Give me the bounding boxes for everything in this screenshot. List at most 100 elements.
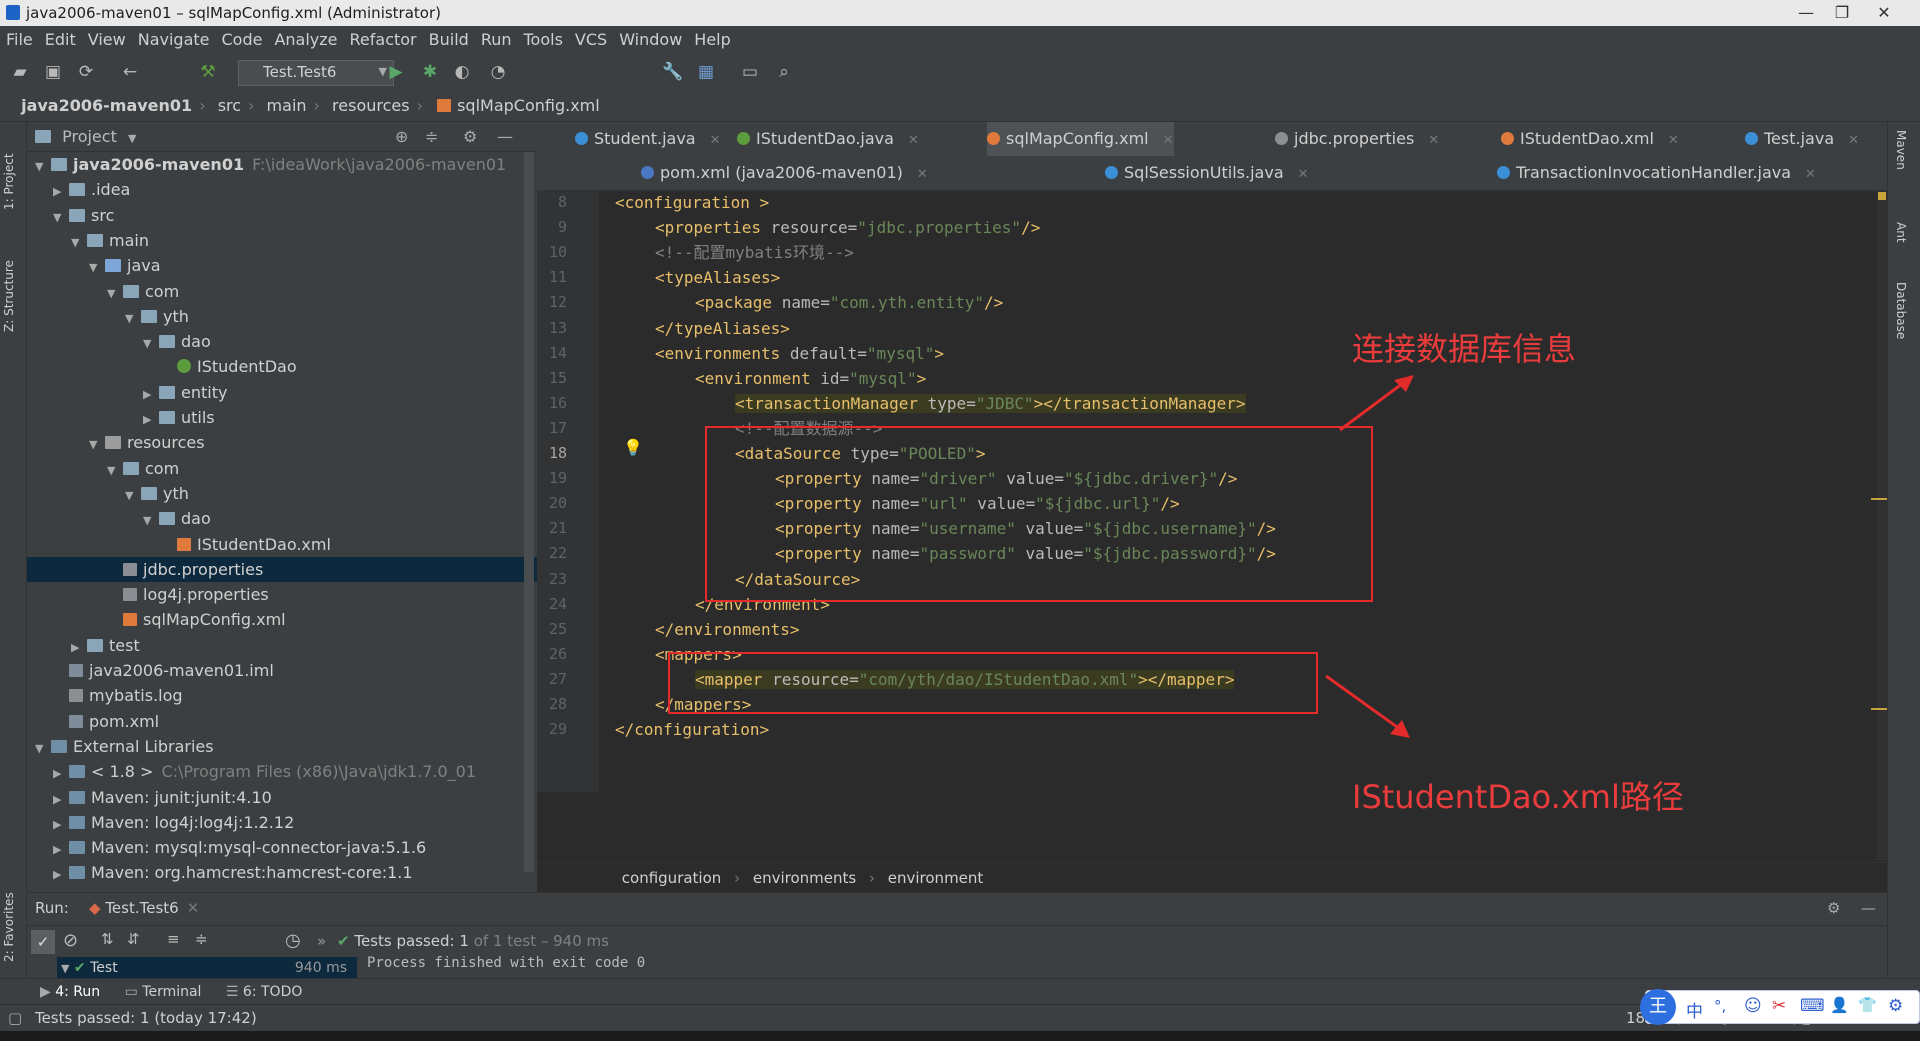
ime-logo-icon[interactable]: 王 (1640, 989, 1676, 1025)
sort-alpha-icon[interactable]: ⇅ (101, 930, 114, 948)
code-line[interactable]: </configuration> (615, 717, 769, 742)
code-line[interactable]: <configuration > (615, 190, 769, 215)
editor-tab[interactable]: SqlSessionUtils.java ✕ (1105, 156, 1309, 190)
bottom-tab-terminal[interactable]: ▭ Terminal (125, 984, 202, 1000)
tool-tab-structure[interactable]: Z: Structure (2, 232, 24, 332)
show-passed-icon[interactable]: ✓ (31, 930, 55, 954)
more-icon[interactable]: » (317, 932, 326, 950)
expand-arrow-icon[interactable]: ▼ (35, 154, 49, 179)
tree-item[interactable]: ▼ java2006-maven01 F:\ideaWork\java2006-ma… (27, 152, 537, 177)
tree-item[interactable]: log4j.properties (27, 582, 537, 607)
tool-tab-maven[interactable]: Maven (1894, 130, 1908, 170)
tool-tab-favorites[interactable]: 2: Favorites (2, 872, 24, 962)
collapse-arrow-icon[interactable]: ▶ (71, 635, 85, 660)
build-hammer-icon[interactable]: ⚒ (198, 62, 218, 82)
expand-arrow-icon[interactable]: ▼ (89, 255, 103, 280)
menu-view[interactable]: View (82, 26, 132, 54)
code-line[interactable]: <!--配置mybatis环境--> (655, 240, 854, 265)
tree-item[interactable]: ▼ java (27, 253, 537, 278)
tree-item[interactable]: ▼ yth (27, 481, 537, 506)
tree-item[interactable]: ▶ < 1.8 > C:\Program Files (x86)\Java\jdk1… (27, 759, 537, 784)
tree-item[interactable]: pom.xml (27, 709, 537, 734)
tree-item[interactable]: ▼ External Libraries (27, 734, 537, 759)
expand-arrow-icon[interactable]: ▼ (143, 508, 157, 533)
sort-duration-icon[interactable]: ⇵ (127, 930, 140, 948)
code-line[interactable]: <properties resource="jdbc.properties"/> (655, 215, 1040, 240)
editor-tab[interactable]: Test.java ✕ (1745, 122, 1859, 156)
breadcrumb-src[interactable]: src (218, 90, 241, 122)
tree-item[interactable]: IStudentDao (27, 354, 537, 379)
hide-icon[interactable]: — (1861, 899, 1876, 917)
tree-item[interactable]: ▼ com (27, 456, 537, 481)
tree-item[interactable]: ▼ resources (27, 430, 537, 455)
project-panel-title[interactable]: Project (62, 127, 117, 146)
close-tab-icon[interactable]: ✕ (1848, 133, 1859, 148)
crumb-environment[interactable]: environment (888, 869, 984, 887)
locate-icon[interactable]: ⊕ (395, 122, 408, 152)
open-folder-icon[interactable]: ▰ (10, 62, 30, 82)
coverage-icon[interactable]: ◐ (452, 62, 472, 82)
code-line[interactable]: </environments> (655, 617, 800, 642)
ime-skin-icon[interactable]: 👕 (1858, 996, 1877, 1014)
tree-item[interactable]: jdbc.properties (27, 556, 537, 582)
code-line[interactable]: <transactionManager type="JDBC"></transa… (735, 391, 1246, 416)
tool-tab-ant[interactable]: Ant (1894, 222, 1908, 243)
expand-arrow-icon[interactable]: ▼ (89, 432, 103, 457)
expand-arrow-icon[interactable]: ▼ (53, 205, 67, 230)
sync-icon[interactable]: ⟳ (76, 62, 96, 82)
menu-code[interactable]: Code (216, 26, 269, 54)
tree-item[interactable]: ▼ main (27, 228, 537, 253)
tree-item[interactable]: ▼ com (27, 279, 537, 304)
collapse-arrow-icon[interactable]: ▶ (53, 761, 67, 786)
breadcrumb-project[interactable]: java2006-maven01 (21, 90, 192, 122)
search-icon[interactable]: ⌕ (774, 62, 794, 82)
menu-run[interactable]: Run (475, 26, 518, 54)
maximize-button[interactable]: ❐ (1824, 0, 1860, 26)
close-tab-icon[interactable]: ✕ (1805, 167, 1816, 182)
tree-item[interactable]: ▶ .idea (27, 177, 537, 202)
collapse-arrow-icon[interactable]: ▶ (53, 862, 67, 887)
editor-tab[interactable]: Student.java ✕ (575, 122, 721, 156)
editor-tab[interactable]: pom.xml (java2006-maven01) ✕ (641, 156, 928, 190)
bottom-tab-todo[interactable]: ☰ 6: TODO (226, 984, 302, 1000)
run-icon[interactable]: ▶ (386, 62, 406, 82)
project-structure-icon[interactable]: ▦ (696, 62, 716, 82)
tree-item[interactable]: ▶ Maven: mysql:mysql-connector-java:5.1.6 (27, 835, 537, 860)
collapse-icon[interactable]: ≑ (425, 122, 438, 152)
tree-item[interactable]: ▶ test (27, 633, 537, 658)
close-button[interactable]: ✕ (1866, 0, 1902, 26)
menu-vcs[interactable]: VCS (569, 26, 613, 54)
code-line[interactable]: <typeAliases> (655, 265, 780, 290)
bottom-tab-run[interactable]: ▶ 4: Run (40, 984, 100, 1000)
expand-all-icon[interactable]: ≡ (167, 930, 180, 948)
ime-punct-icon[interactable]: °, (1714, 997, 1726, 1015)
close-tab-icon[interactable]: ✕ (710, 133, 721, 148)
run-config-selector[interactable]: Test.Test6 ▼ (238, 60, 394, 86)
ime-emoji-icon[interactable]: ☺ (1744, 996, 1762, 1016)
show-ignored-icon[interactable]: ⊘ (63, 930, 78, 951)
tree-item[interactable]: IStudentDao.xml (27, 532, 537, 557)
collapse-arrow-icon[interactable]: ▶ (53, 787, 67, 812)
collapse-arrow-icon[interactable]: ▶ (53, 837, 67, 862)
debug-icon[interactable]: ✱ (420, 62, 440, 82)
save-all-icon[interactable]: ▣ (43, 62, 63, 82)
minimize-button[interactable]: — (1788, 0, 1824, 26)
ime-user-icon[interactable]: 👤 (1830, 996, 1849, 1014)
close-icon[interactable]: ✕ (187, 899, 200, 917)
editor-tab[interactable]: IStudentDao.java ✕ (737, 122, 919, 156)
hide-icon[interactable]: — (497, 122, 513, 152)
crumb-configuration[interactable]: configuration (622, 869, 722, 887)
menu-analyze[interactable]: Analyze (268, 26, 343, 54)
editor-scrollbar[interactable] (1877, 190, 1887, 860)
test-tree-row[interactable]: ▼ ✔ Test 940 ms (57, 957, 357, 979)
expand-arrow-icon[interactable]: ▼ (35, 736, 49, 761)
tree-item[interactable]: sqlMapConfig.xml (27, 607, 537, 632)
menu-file[interactable]: File (0, 26, 39, 54)
back-arrow-icon[interactable]: ← (120, 62, 140, 82)
ime-mode-icon[interactable]: 中 (1686, 997, 1703, 1022)
tree-item[interactable]: ▶ entity (27, 380, 537, 405)
tree-item[interactable]: mybatis.log (27, 683, 537, 708)
tree-item[interactable]: ▶ utils (27, 405, 537, 430)
close-tab-icon[interactable]: ✕ (1163, 133, 1174, 148)
breadcrumb-file[interactable]: sqlMapConfig.xml (457, 90, 600, 122)
